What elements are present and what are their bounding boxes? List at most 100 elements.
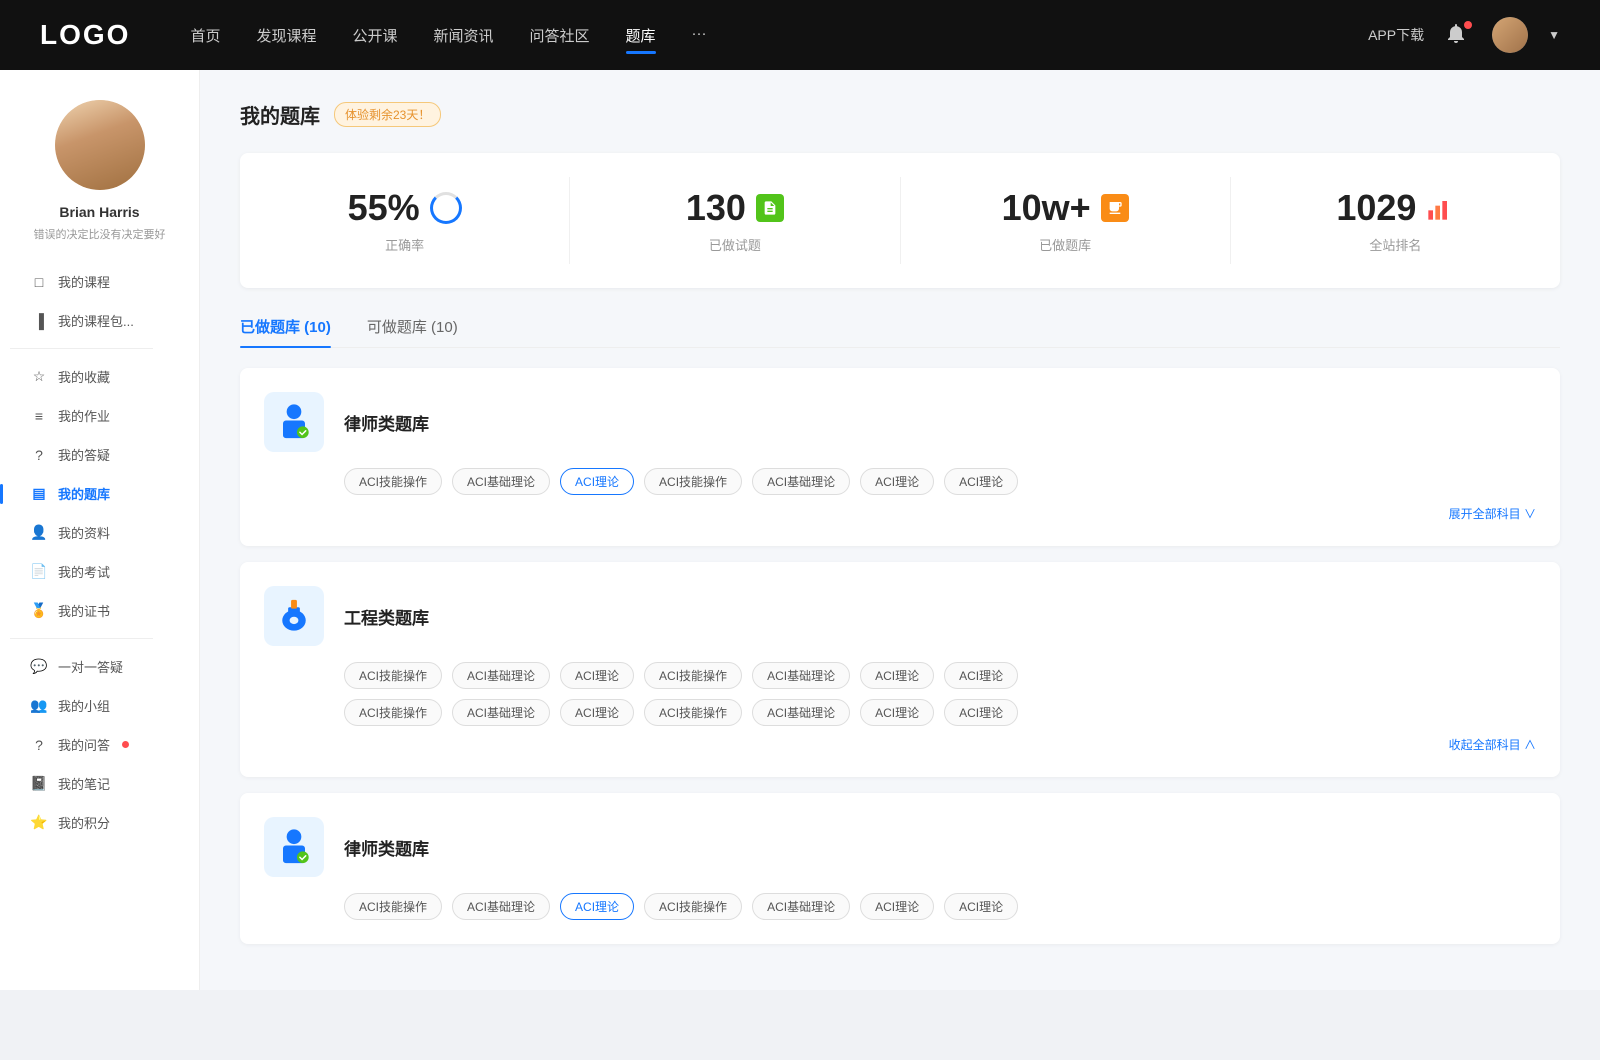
qbank-card-lawyer-header: 律师类题库 [264,392,1536,452]
user-avatar[interactable] [1492,17,1528,53]
tag-item[interactable]: ACI技能操作 [344,468,442,495]
tag-item[interactable]: ACI理论 [860,699,934,726]
tag-item[interactable]: ACI基础理论 [752,662,850,689]
menu-my-qa[interactable]: ? 我的问答 [10,725,189,764]
avatar-image [1492,17,1528,53]
page-title: 我的题库 [240,100,320,129]
tag-item[interactable]: ACI理论 [860,662,934,689]
menu-group-label: 我的小组 [58,696,110,715]
sidebar-divider-1 [10,348,153,349]
tag-item[interactable]: ACI基础理论 [452,468,550,495]
tag-item[interactable]: ACI技能操作 [644,699,742,726]
menu-exam-label: 我的考试 [58,562,110,581]
tag-item[interactable]: ACI技能操作 [344,699,442,726]
menu-my-course[interactable]: □ 我的课程 [10,262,189,301]
tab-done-banks[interactable]: 已做题库 (10) [240,316,331,347]
tag-item[interactable]: ACI技能操作 [644,893,742,920]
menu-homework-label: 我的作业 [58,406,110,425]
star-icon: ☆ [30,368,48,385]
tag-item[interactable]: ACI理论 [560,893,634,920]
tag-item[interactable]: ACI技能操作 [644,662,742,689]
logo[interactable]: LOGO [40,19,130,51]
tag-item[interactable]: ACI基础理论 [452,662,550,689]
nav-qa[interactable]: 问答社区 [530,21,590,50]
menu-group[interactable]: 👥 我的小组 [10,686,189,725]
menu-course-package-label: 我的课程包... [58,311,134,330]
course-icon: □ [30,274,48,290]
tag-item[interactable]: ACI基础理论 [452,699,550,726]
menu-one-on-one[interactable]: 💬 一对一答疑 [10,647,189,686]
tag-item[interactable]: ACI理论 [860,893,934,920]
nav-open-course[interactable]: 公开课 [352,21,397,50]
nav-discover[interactable]: 发现课程 [256,21,316,50]
menu-favorites[interactable]: ☆ 我的收藏 [10,357,189,396]
tag-item[interactable]: ACI理论 [944,662,1018,689]
qbank-card-engineering-header: 工程类题库 [264,586,1536,646]
menu-course-package[interactable]: ▐ 我的课程包... [10,301,189,340]
qbank-lawyer-tags: ACI技能操作 ACI基础理论 ACI理论 ACI技能操作 ACI基础理论 ACI理论 AC… [264,468,1536,495]
qbank-lawyer-footer[interactable]: 展开全部科目 ∨ [264,505,1536,522]
nav-news[interactable]: 新闻资讯 [434,21,494,50]
menu-qa-mine[interactable]: ? 我的答疑 [10,435,189,474]
tag-item[interactable]: ACI基础理论 [752,893,850,920]
tag-item[interactable]: ACI技能操作 [344,662,442,689]
qbank-engineering-footer[interactable]: 收起全部科目 ∧ [264,736,1536,753]
qbank-lawyer2-title: 律师类题库 [344,835,429,860]
tag-item[interactable]: ACI技能操作 [644,468,742,495]
tag-item[interactable]: ACI理论 [560,662,634,689]
tag-item[interactable]: ACI理论 [944,699,1018,726]
stat-done-banks-top: 10w+ [1002,187,1129,229]
tag-item[interactable]: ACI理论 [860,468,934,495]
menu-homework[interactable]: ≡ 我的作业 [10,396,189,435]
stat-accuracy: 55% 正确率 [240,177,570,264]
qbank-engineering-tags-row2: ACI技能操作 ACI基础理论 ACI理论 ACI技能操作 ACI基础理论 ACI理论 AC… [264,699,1536,726]
menu-qa-label: 我的答疑 [58,445,110,464]
menu-favorites-label: 我的收藏 [58,367,110,386]
trial-badge: 体验剩余23天！ [334,102,441,127]
stat-rank-number: 1029 [1336,187,1416,229]
app-download-btn[interactable]: APP下载 [1368,25,1424,45]
tag-item[interactable]: ACI基础理论 [752,468,850,495]
stat-done-questions-number: 130 [686,187,746,229]
nav-qbank[interactable]: 题库 [626,21,656,50]
menu-profile[interactable]: 👤 我的资料 [10,513,189,552]
menu-exam[interactable]: 📄 我的考试 [10,552,189,591]
stat-done-banks: 10w+ 已做题库 [901,177,1231,264]
lawyer-icon [264,392,324,452]
sidebar-menu: □ 我的课程 ▐ 我的课程包... ☆ 我的收藏 ≡ 我的作业 ? 我的答疑 ▤ [0,262,199,842]
menu-points[interactable]: ⭐ 我的积分 [10,803,189,842]
nav-home[interactable]: 首页 [190,21,220,50]
menu-profile-label: 我的资料 [58,523,110,542]
certificate-icon: 🏅 [30,602,48,619]
stat-accuracy-top: 55% [348,187,462,229]
menu-qbank[interactable]: ▤ 我的题库 [10,474,189,513]
stat-accuracy-label: 正确率 [385,235,424,254]
tag-item[interactable]: ACI基础理论 [752,699,850,726]
tag-item[interactable]: ACI基础理论 [452,893,550,920]
menu-certificate[interactable]: 🏅 我的证书 [10,591,189,630]
tab-available-banks[interactable]: 可做题库 (10) [367,316,458,347]
sidebar-username: Brian Harris [59,204,139,220]
tag-item[interactable]: ACI理论 [560,699,634,726]
bell-dot [1464,21,1472,29]
tag-item[interactable]: ACI技能操作 [344,893,442,920]
menu-notes[interactable]: 📓 我的笔记 [10,764,189,803]
notification-bell[interactable] [1444,21,1472,49]
stat-done-questions-label: 已做试题 [709,235,761,254]
menu-points-label: 我的积分 [58,813,110,832]
main-content: 我的题库 体验剩余23天！ 55% 正确率 130 已做试题 [200,70,1600,990]
tag-item[interactable]: ACI理论 [944,468,1018,495]
qbank-lawyer2-tags: ACI技能操作 ACI基础理论 ACI理论 ACI技能操作 ACI基础理论 ACI理论 AC… [264,893,1536,920]
sidebar-divider-2 [10,638,153,639]
content-header: 我的题库 体验剩余23天！ [240,100,1560,129]
nav-more[interactable]: ··· [692,21,707,50]
tag-item[interactable]: ACI理论 [560,468,634,495]
qa-notification-dot [122,741,129,748]
qbank-card-lawyer: 律师类题库 ACI技能操作ACI基础理论ACI理论ACI技能操作ACI基础理论A… [240,368,1560,546]
stats-row: 55% 正确率 130 已做试题 10w+ [240,153,1560,288]
user-dropdown-arrow[interactable]: ▼ [1548,28,1560,42]
sidebar: Brian Harris 错误的决定比没有决定要好 □ 我的课程 ▐ 我的课程包… [0,70,200,990]
accuracy-circle-icon [430,192,462,224]
tag-item[interactable]: ACI理论 [944,893,1018,920]
nav-menu: 首页 发现课程 公开课 新闻资讯 问答社区 题库 ··· [190,21,1368,50]
